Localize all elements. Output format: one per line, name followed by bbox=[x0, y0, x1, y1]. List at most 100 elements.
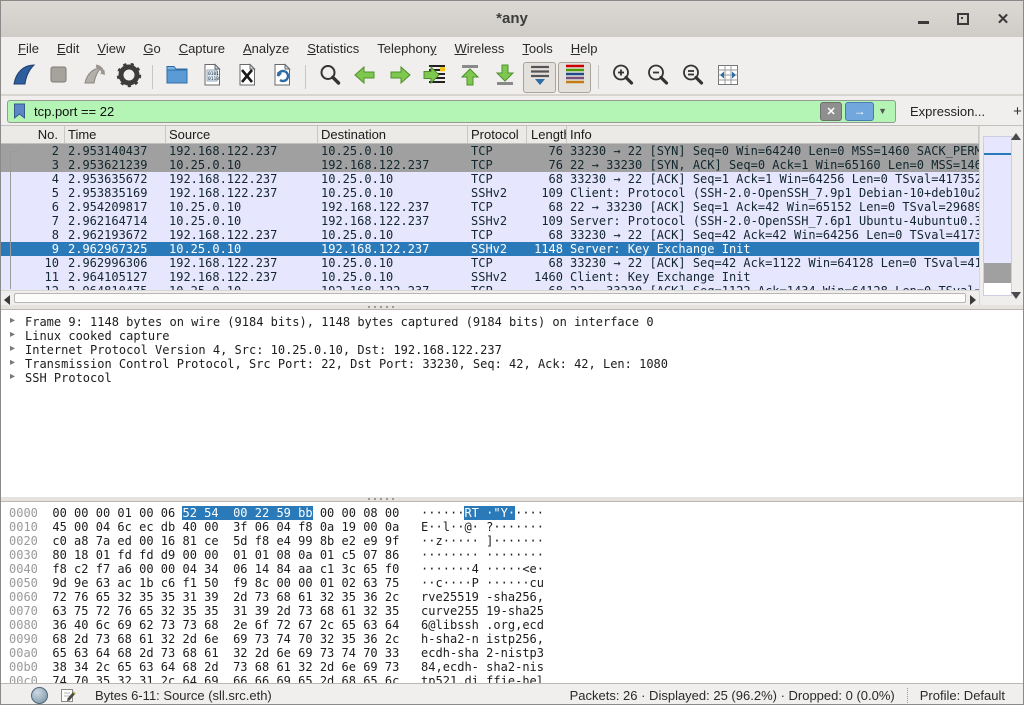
expression-button[interactable]: Expression... bbox=[910, 104, 985, 119]
hex-row-00b0[interactable]: 00b0 38 34 2c 65 63 64 68 2d 73 68 61 32… bbox=[9, 660, 1023, 674]
filter-apply-button[interactable]: → bbox=[845, 102, 874, 121]
detail-line-5[interactable]: ▸SSH Protocol bbox=[1, 371, 1023, 385]
packet-row-11[interactable]: 112.964105127192.168.122.23710.25.0.10SS… bbox=[1, 270, 979, 284]
intelligent-scrollbar-minimap[interactable] bbox=[983, 136, 1012, 296]
packet-details-pane[interactable]: ▸Frame 9: 1148 bytes on wire (9184 bits)… bbox=[1, 309, 1023, 497]
column-header-no[interactable]: No. bbox=[1, 126, 65, 143]
close-button[interactable]: ✕ bbox=[995, 11, 1011, 27]
close-file-button[interactable] bbox=[230, 62, 263, 93]
packet-row-5[interactable]: 52.953835169192.168.122.23710.25.0.10SSH… bbox=[1, 186, 979, 200]
horizontal-scrollbar-thumb[interactable] bbox=[14, 293, 966, 303]
zoom-original-button[interactable] bbox=[676, 62, 709, 93]
cell: 68 bbox=[527, 228, 567, 242]
filter-dropdown-button[interactable]: ▼ bbox=[874, 106, 891, 116]
go-back-button[interactable] bbox=[348, 62, 381, 93]
hex-row-0090[interactable]: 0090 68 2d 73 68 61 32 2d 6e 69 73 74 70… bbox=[9, 632, 1023, 646]
menu-go[interactable]: Go bbox=[134, 38, 169, 59]
column-header-protocol[interactable]: Protocol bbox=[468, 126, 527, 143]
packet-row-9[interactable]: 92.96296732510.25.0.10192.168.122.237SSH… bbox=[1, 242, 979, 256]
scroll-up-icon[interactable] bbox=[1011, 133, 1021, 140]
save-file-button[interactable]: 01010110 bbox=[195, 62, 228, 93]
expand-arrow-icon[interactable]: ▸ bbox=[10, 371, 15, 382]
restart-capture-button[interactable] bbox=[77, 62, 110, 93]
expand-arrow-icon[interactable]: ▸ bbox=[10, 343, 15, 354]
stop-capture-button[interactable] bbox=[42, 62, 75, 93]
hex-row-0040[interactable]: 0040 f8 c2 f7 a6 00 00 04 34 06 14 84 aa… bbox=[9, 562, 1023, 576]
column-header-info[interactable]: Info bbox=[567, 126, 979, 143]
filter-clear-button[interactable]: ✕ bbox=[820, 102, 842, 121]
menu-capture[interactable]: Capture bbox=[170, 38, 234, 59]
detail-line-3[interactable]: ▸Internet Protocol Version 4, Src: 10.25… bbox=[1, 343, 1023, 357]
start-capture-button[interactable] bbox=[7, 62, 40, 93]
menu-tools[interactable]: Tools bbox=[513, 38, 561, 59]
go-last-button[interactable] bbox=[488, 62, 521, 93]
open-file-button[interactable] bbox=[160, 62, 193, 93]
hex-row-0080[interactable]: 0080 36 40 6c 69 62 73 73 68 2e 6f 72 67… bbox=[9, 618, 1023, 632]
packet-row-6[interactable]: 62.95420981710.25.0.10192.168.122.237TCP… bbox=[1, 200, 979, 214]
go-first-button[interactable] bbox=[453, 62, 486, 93]
hex-row-0070[interactable]: 0070 63 75 72 76 65 32 35 35 31 39 2d 73… bbox=[9, 604, 1023, 618]
bookmark-icon[interactable] bbox=[12, 102, 27, 120]
menu-edit[interactable]: Edit bbox=[48, 38, 88, 59]
filter-input[interactable]: tcp.port == 22 ✕ → ▼ bbox=[7, 100, 896, 123]
ascii-char: · bbox=[501, 534, 508, 548]
expand-arrow-icon[interactable]: ▸ bbox=[10, 357, 15, 368]
packet-row-2[interactable]: 22.953140437192.168.122.23710.25.0.10TCP… bbox=[1, 144, 979, 158]
capture-comment-icon[interactable] bbox=[60, 687, 77, 704]
menu-statistics[interactable]: Statistics bbox=[298, 38, 368, 59]
horizontal-scrollbar[interactable] bbox=[1, 290, 979, 305]
ascii-char: h bbox=[493, 660, 500, 674]
hex-row-0010[interactable]: 0010 45 00 04 6c ec db 40 00 3f 06 04 f8… bbox=[9, 520, 1023, 534]
go-to-packet-button[interactable] bbox=[418, 62, 451, 93]
hex-row-0060[interactable]: 0060 72 76 65 32 35 35 31 39 2d 73 68 61… bbox=[9, 590, 1023, 604]
title-bar[interactable]: *any ✕ bbox=[1, 1, 1023, 38]
packet-list[interactable]: 22.953140437192.168.122.23710.25.0.10TCP… bbox=[1, 144, 979, 291]
zoom-in-button[interactable] bbox=[606, 62, 639, 93]
menu-help[interactable]: Help bbox=[562, 38, 607, 59]
scroll-left-icon[interactable] bbox=[4, 295, 10, 305]
detail-line-1[interactable]: ▸Frame 9: 1148 bytes on wire (9184 bits)… bbox=[1, 315, 1023, 329]
colorize-button[interactable] bbox=[558, 62, 591, 93]
packet-row-10[interactable]: 102.962996306192.168.122.23710.25.0.10TC… bbox=[1, 256, 979, 270]
find-packet-button[interactable] bbox=[313, 62, 346, 93]
column-header-time[interactable]: Time bbox=[65, 126, 166, 143]
menu-wireless[interactable]: Wireless bbox=[446, 38, 514, 59]
auto-scroll-button[interactable] bbox=[523, 62, 556, 93]
minimize-button[interactable] bbox=[915, 11, 931, 27]
detail-line-2[interactable]: ▸Linux cooked capture bbox=[1, 329, 1023, 343]
scroll-down-icon[interactable] bbox=[1011, 292, 1021, 299]
hex-byte: 61 bbox=[276, 660, 290, 674]
maximize-button[interactable] bbox=[955, 11, 971, 27]
packet-row-3[interactable]: 32.95362123910.25.0.10192.168.122.237TCP… bbox=[1, 158, 979, 172]
column-header-destination[interactable]: Destination bbox=[318, 126, 468, 143]
expand-arrow-icon[interactable]: ▸ bbox=[10, 329, 15, 340]
expert-info-icon[interactable] bbox=[31, 687, 48, 704]
profile-button[interactable]: Profile: Default bbox=[907, 688, 1017, 703]
packet-row-4[interactable]: 42.953635672192.168.122.23710.25.0.10TCP… bbox=[1, 172, 979, 186]
menu-analyze[interactable]: Analyze bbox=[234, 38, 298, 59]
go-forward-button[interactable] bbox=[383, 62, 416, 93]
hex-row-00a0[interactable]: 00a0 65 63 64 68 2d 73 68 61 32 2d 6e 69… bbox=[9, 646, 1023, 660]
packet-bytes-pane[interactable]: 0000 00 00 00 01 00 06 52 54 00 22 59 bb… bbox=[1, 501, 1023, 683]
menu-telephony[interactable]: Telephony bbox=[368, 38, 445, 59]
hex-row-0020[interactable]: 0020 c0 a8 7a ed 00 16 81 ce 5d f8 e4 99… bbox=[9, 534, 1023, 548]
add-filter-button[interactable]: + bbox=[1007, 103, 1024, 120]
zoom-out-button[interactable] bbox=[641, 62, 674, 93]
go-forward-icon bbox=[387, 62, 413, 93]
resize-columns-button[interactable] bbox=[711, 62, 744, 93]
vertical-scrollbar[interactable] bbox=[979, 126, 1024, 306]
hex-row-0000[interactable]: 0000 00 00 00 01 00 06 52 54 00 22 59 bb… bbox=[9, 506, 1023, 520]
packet-row-7[interactable]: 72.96216471410.25.0.10192.168.122.237SSH… bbox=[1, 214, 979, 228]
column-header-length[interactable]: Length bbox=[527, 126, 567, 143]
detail-line-4[interactable]: ▸Transmission Control Protocol, Src Port… bbox=[1, 357, 1023, 371]
expand-arrow-icon[interactable]: ▸ bbox=[10, 315, 15, 326]
hex-row-0050[interactable]: 0050 9d 9e 63 ac 1b c6 f1 50 f9 8c 00 00… bbox=[9, 576, 1023, 590]
hex-row-0030[interactable]: 0030 80 18 01 fd fd d9 00 00 01 01 08 0a… bbox=[9, 548, 1023, 562]
menu-file[interactable]: File bbox=[9, 38, 48, 59]
column-header-source[interactable]: Source bbox=[166, 126, 318, 143]
capture-options-button[interactable] bbox=[112, 62, 145, 93]
packet-row-8[interactable]: 82.962193672192.168.122.23710.25.0.10TCP… bbox=[1, 228, 979, 242]
scroll-right-icon[interactable] bbox=[970, 295, 976, 305]
menu-view[interactable]: View bbox=[88, 38, 134, 59]
reload-file-button[interactable] bbox=[265, 62, 298, 93]
